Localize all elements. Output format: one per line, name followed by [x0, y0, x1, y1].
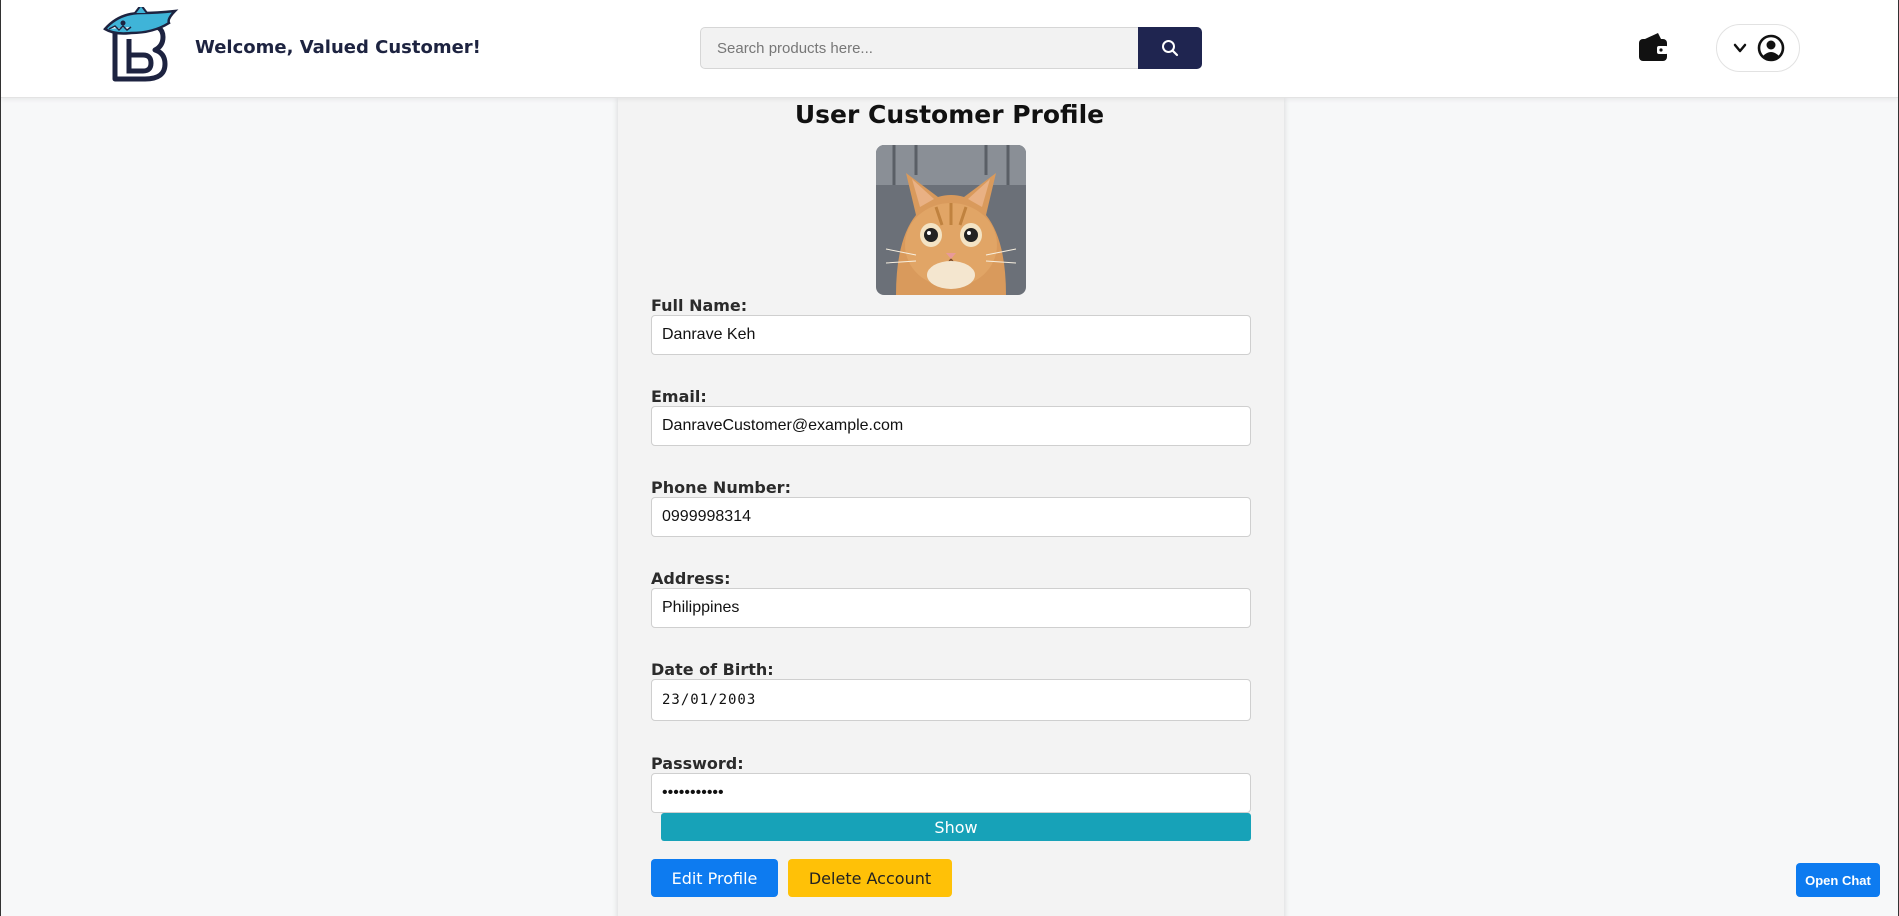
full-name-field[interactable]: Danrave Keh [651, 315, 1251, 355]
show-password-button[interactable]: Show [661, 813, 1251, 841]
page-title: User Customer Profile [794, 100, 1105, 129]
delete-account-button[interactable]: Delete Account [788, 859, 952, 897]
open-chat-button[interactable]: Open Chat [1796, 863, 1880, 897]
user-circle-icon[interactable] [1757, 34, 1785, 62]
address-field[interactable]: Philippines [651, 588, 1251, 628]
top-header: Welcome, Valued Customer! [1, 0, 1898, 98]
phone-field[interactable]: 0999998314 [651, 497, 1251, 537]
account-menu[interactable] [1716, 24, 1800, 72]
welcome-text: Welcome, Valued Customer! [195, 37, 481, 58]
edit-profile-button[interactable]: Edit Profile [651, 859, 778, 897]
full-name-label: Full Name: [651, 296, 748, 315]
search-bar [700, 27, 1202, 69]
phone-label: Phone Number: [651, 478, 791, 497]
wallet-icon[interactable] [1636, 30, 1670, 64]
dob-label: Date of Birth: [651, 660, 774, 679]
password-label: Password: [651, 754, 744, 773]
chevron-down-icon[interactable] [1732, 40, 1748, 56]
email-label: Email: [651, 387, 707, 406]
shark-b-logo[interactable] [101, 7, 179, 85]
cat-photo [876, 145, 1026, 295]
search-button[interactable] [1138, 27, 1202, 69]
password-field[interactable]: ••••••••••• [651, 773, 1251, 813]
profile-avatar [876, 145, 1026, 295]
dob-field[interactable]: 23/01/2003 [651, 679, 1251, 721]
email-field[interactable]: DanraveCustomer@example.com [651, 406, 1251, 446]
search-icon [1162, 40, 1179, 57]
search-input[interactable] [700, 27, 1138, 69]
address-label: Address: [651, 569, 731, 588]
